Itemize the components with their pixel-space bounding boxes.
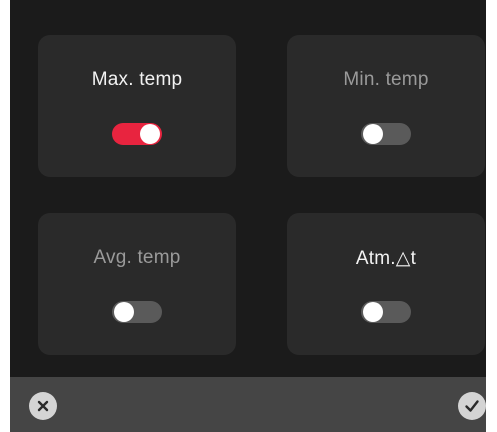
tile-atm-delta-t[interactable]: Atm.△t: [287, 213, 485, 355]
toggle-knob: [114, 302, 134, 322]
tile-avg-temp[interactable]: Avg. temp: [38, 213, 236, 355]
confirm-button[interactable]: [458, 392, 486, 420]
check-icon: [465, 400, 479, 412]
avg-temp-label: Avg. temp: [93, 247, 181, 268]
toggle-knob: [363, 302, 383, 322]
tile-max-temp[interactable]: Max. temp: [38, 35, 236, 177]
avg-temp-toggle[interactable]: [112, 301, 162, 323]
temperature-display-settings-screen: Max. temp Min. temp Avg. temp Atm.△t: [10, 0, 486, 432]
bottom-action-bar: [10, 377, 486, 432]
min-temp-toggle[interactable]: [361, 123, 411, 145]
atm-delta-t-label: Atm.△t: [355, 248, 417, 269]
toggle-knob: [140, 124, 160, 144]
max-temp-toggle[interactable]: [112, 123, 162, 145]
max-temp-label: Max. temp: [91, 69, 183, 90]
tile-min-temp[interactable]: Min. temp: [287, 35, 485, 177]
atm-delta-t-toggle[interactable]: [361, 301, 411, 323]
min-temp-label: Min. temp: [343, 69, 429, 90]
cancel-button[interactable]: [29, 392, 57, 420]
close-icon: [37, 400, 49, 412]
toggle-knob: [363, 124, 383, 144]
